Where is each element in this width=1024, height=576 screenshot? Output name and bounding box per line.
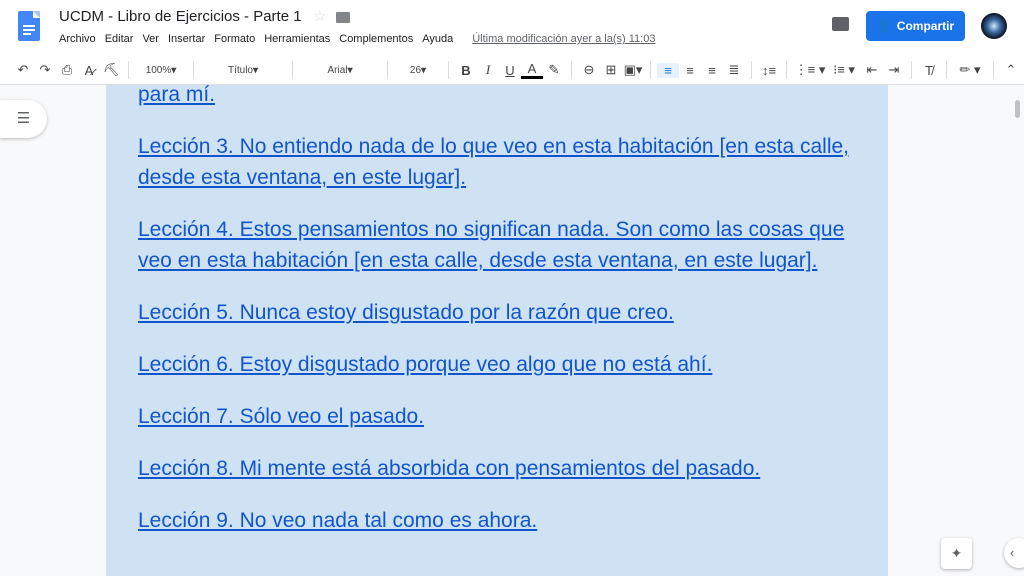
menu-ayuda[interactable]: Ayuda	[422, 33, 453, 45]
align-right-icon[interactable]: ≡	[701, 63, 723, 78]
align-center-icon[interactable]: ≡	[679, 63, 701, 78]
lesson-link[interactable]: Lección 4. Estos pensamientos no signifi…	[138, 218, 844, 272]
lesson-link[interactable]: Lección 6. Estoy disgustado porque veo a…	[138, 353, 712, 376]
link-icon[interactable]: ⊖	[578, 62, 600, 78]
chevron-down-icon: ▾	[347, 64, 353, 76]
outline-button[interactable]: ☰	[0, 100, 47, 138]
chevron-down-icon: ▾	[421, 64, 427, 76]
toolbar: ↶ ↷ ⎙ A̷ ⛏ 100%▾ Título▾ Arial▾ 26▾ B I …	[0, 56, 1024, 85]
share-button[interactable]: 👤 Compartir	[866, 11, 965, 41]
collapse-icon[interactable]: ⌃	[1000, 62, 1022, 78]
divider	[911, 61, 912, 79]
undo-icon[interactable]: ↶	[12, 62, 34, 78]
divider	[751, 61, 752, 79]
lesson-link[interactable]: para mí.	[138, 85, 215, 106]
divider	[387, 61, 388, 79]
align-left-icon[interactable]: ≡	[657, 62, 679, 78]
avatar[interactable]	[981, 13, 1007, 39]
divider	[128, 61, 129, 79]
add-comment-icon[interactable]: ⊞	[600, 62, 622, 78]
justify-icon[interactable]: ≣	[723, 62, 745, 78]
lesson-link[interactable]: Lección 5. Nunca estoy disgustado por la…	[138, 301, 674, 324]
decrease-indent-icon[interactable]: ⇤	[861, 62, 883, 78]
explore-button[interactable]: ✦	[941, 538, 972, 569]
insert-image-icon[interactable]: ▣▾	[622, 62, 644, 78]
redo-icon[interactable]: ↷	[34, 62, 56, 78]
menu-herramientas[interactable]: Herramientas	[264, 33, 330, 45]
document-body[interactable]: para mí. Lección 3. No entiendo nada de …	[138, 85, 858, 557]
chevron-down-icon: ▾	[171, 64, 177, 76]
underline-button[interactable]: U	[499, 63, 521, 78]
print-icon[interactable]: ⎙	[56, 62, 78, 78]
menu-bar: Archivo Editar Ver Insertar Formato Herr…	[59, 33, 655, 45]
lesson-link[interactable]: Lección 9. No veo nada tal como es ahora…	[138, 509, 537, 532]
paint-format-icon[interactable]: ⛏	[100, 62, 122, 78]
increase-indent-icon[interactable]: ⇥	[883, 62, 905, 78]
docs-logo-icon[interactable]	[18, 11, 40, 41]
divider	[993, 61, 994, 79]
highlight-icon[interactable]: ✎	[543, 62, 565, 78]
bulleted-list-icon[interactable]: ⁝≡ ▾	[827, 62, 861, 78]
side-panel-toggle[interactable]: ‹	[1004, 538, 1024, 568]
spellcheck-icon[interactable]: A̷	[78, 63, 100, 78]
title-bar: UCDM - Libro de Ejercicios - Parte 1 ☆ A…	[0, 0, 1024, 56]
divider	[193, 61, 194, 79]
explore-icon: ✦	[950, 545, 963, 561]
comment-icon[interactable]	[832, 17, 849, 31]
scrollbar-thumb[interactable]	[1015, 100, 1020, 118]
lesson-link[interactable]: Lección 8. Mi mente está absorbida con p…	[138, 457, 760, 480]
bold-button[interactable]: B	[455, 63, 477, 78]
italic-button[interactable]: I	[477, 62, 499, 78]
menu-insertar[interactable]: Insertar	[168, 33, 205, 45]
editing-mode-icon[interactable]: ✏ ▾	[953, 62, 987, 78]
zoom-select[interactable]: 100%▾	[135, 65, 187, 76]
share-label: Compartir	[896, 19, 955, 33]
document-title[interactable]: UCDM - Libro de Ejercicios - Parte 1	[59, 8, 302, 25]
star-icon[interactable]: ☆	[313, 7, 326, 25]
outline-icon: ☰	[16, 110, 31, 127]
menu-archivo[interactable]: Archivo	[59, 33, 96, 45]
menu-ver[interactable]: Ver	[142, 33, 159, 45]
person-icon: 👤	[876, 19, 892, 33]
divider	[786, 61, 787, 79]
divider	[946, 61, 947, 79]
lesson-link[interactable]: Lección 3. No entiendo nada de lo que ve…	[138, 135, 849, 189]
lesson-link[interactable]: Lección 7. Sólo veo el pasado.	[138, 405, 424, 428]
menu-editar[interactable]: Editar	[105, 33, 134, 45]
document-page: para mí. Lección 3. No entiendo nada de …	[106, 85, 888, 576]
menu-complementos[interactable]: Complementos	[339, 33, 413, 45]
folder-icon[interactable]	[336, 12, 350, 23]
divider	[448, 61, 449, 79]
chevron-left-icon: ‹	[1010, 545, 1015, 560]
font-select[interactable]: Arial▾	[299, 65, 381, 76]
menu-formato[interactable]: Formato	[214, 33, 255, 45]
font-size-select[interactable]: 26▾	[394, 65, 442, 76]
divider	[292, 61, 293, 79]
clear-formatting-icon[interactable]: T̸	[918, 63, 940, 78]
numbered-list-icon[interactable]: ⋮≡ ▾	[793, 62, 827, 78]
line-spacing-icon[interactable]: ↕≡	[758, 63, 780, 78]
divider	[571, 61, 572, 79]
last-modified-link[interactable]: Última modificación ayer a la(s) 11:03	[472, 33, 655, 45]
divider	[650, 61, 651, 79]
chevron-down-icon: ▾	[252, 64, 259, 76]
text-color-button[interactable]: A	[521, 61, 543, 79]
style-select[interactable]: Título▾	[200, 65, 286, 76]
